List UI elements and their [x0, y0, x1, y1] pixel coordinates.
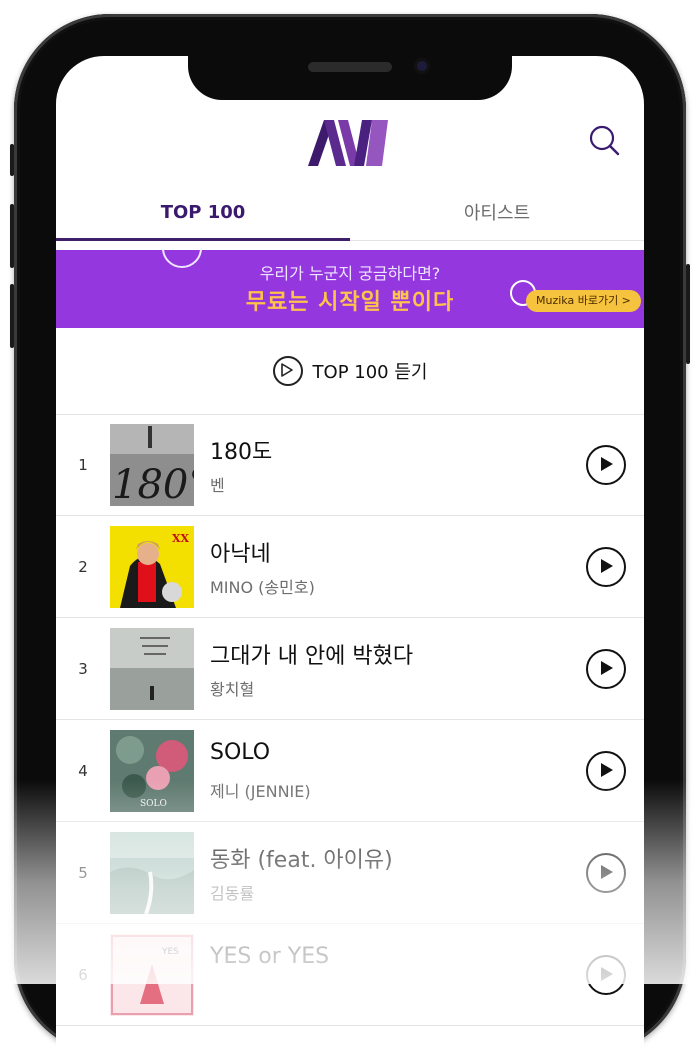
album-art: YES [110, 934, 194, 1016]
song-rank: 3 [78, 659, 88, 678]
song-artist: 황치혈 [210, 680, 255, 699]
play-icon [601, 865, 613, 879]
tab-top100[interactable]: TOP 100 [56, 184, 350, 240]
banner-subtitle: 우리가 누군지 궁금하다면? [259, 264, 441, 283]
play-circle-icon [272, 356, 303, 386]
muzika-link-button[interactable]: Muzika 바로가기 > [526, 290, 641, 312]
song-rank: 2 [78, 557, 88, 576]
search-icon[interactable] [586, 122, 622, 158]
song-row[interactable]: 3 그대가 내 안에 박혔다 황치혈 [56, 618, 644, 720]
play-icon [601, 661, 613, 675]
play-song-button[interactable] [586, 649, 626, 689]
song-row[interactable]: 1 180° 180도 벤 [56, 414, 644, 516]
camera-icon [414, 58, 430, 74]
album-art: XX [110, 526, 194, 608]
song-rank: 1 [78, 455, 88, 474]
song-row[interactable]: 2 XX 아낙네 MINO (송민호) [56, 516, 644, 618]
song-title: YES or YES [210, 944, 330, 969]
volume-up-button [10, 204, 14, 268]
album-art: 180° [110, 424, 194, 506]
play-song-button[interactable] [586, 751, 626, 791]
album-art [110, 832, 194, 914]
play-song-button[interactable] [586, 445, 626, 485]
phone-notch [188, 40, 512, 100]
album-art: SOLO [110, 730, 194, 812]
active-tab-indicator [56, 238, 350, 241]
play-song-button[interactable] [586, 955, 626, 995]
svg-text:YES: YES [161, 947, 179, 957]
song-artist: 벤 [210, 476, 225, 495]
promo-banner[interactable]: 우리가 누군지 궁금하다면? 무료는 시작일 뿐이다 Muzika 바로가기 > [56, 250, 644, 328]
song-artist: 김동률 [210, 884, 255, 903]
play-icon [601, 763, 613, 777]
song-rank: 4 [78, 761, 88, 780]
play-song-button[interactable] [586, 853, 626, 893]
album-art [110, 628, 194, 710]
svg-text:SOLO: SOLO [140, 799, 167, 809]
mute-switch [10, 144, 14, 176]
song-title: 그대가 내 안에 박혔다 [210, 644, 414, 669]
song-row[interactable]: 6 YES YES or YES [56, 924, 644, 1026]
svg-text:XX: XX [172, 532, 190, 545]
song-artist: MINO (송민호) [210, 578, 315, 597]
song-title: 동화 (feat. 아이유) [210, 848, 393, 873]
tab-artist[interactable]: 아티스트 [350, 184, 644, 240]
play-song-button[interactable] [586, 547, 626, 587]
speaker-grille [308, 62, 392, 72]
song-row[interactable]: 4 SOLO SOLO 제니 (JENNIE) [56, 720, 644, 822]
power-button [686, 264, 690, 364]
play-icon [601, 457, 613, 471]
song-title: 아낙네 [210, 542, 271, 567]
song-rank: 5 [78, 863, 88, 882]
app-screen: TOP 100 아티스트 우리가 누군지 궁금하다면? 무료는 시작일 뿐이다 … [56, 56, 644, 1056]
svg-text:180°: 180° [112, 462, 194, 506]
app-logo [308, 120, 388, 166]
song-title: SOLO [210, 740, 271, 765]
play-icon [601, 967, 613, 981]
play-all-button[interactable]: TOP 100 듣기 [56, 328, 644, 415]
song-row[interactable]: 5 동화 (feat. 아이유) 김동률 [56, 822, 644, 924]
chart-list: 1 180° 180도 벤 2 XX [56, 414, 644, 1026]
song-rank: 6 [78, 965, 88, 984]
volume-down-button [10, 284, 14, 348]
song-artist: 제니 (JENNIE) [210, 782, 311, 801]
play-icon [601, 559, 613, 573]
song-title: 180도 [210, 440, 273, 465]
play-all-label: TOP 100 듣기 [312, 362, 428, 383]
tab-bar: TOP 100 아티스트 [56, 184, 644, 241]
